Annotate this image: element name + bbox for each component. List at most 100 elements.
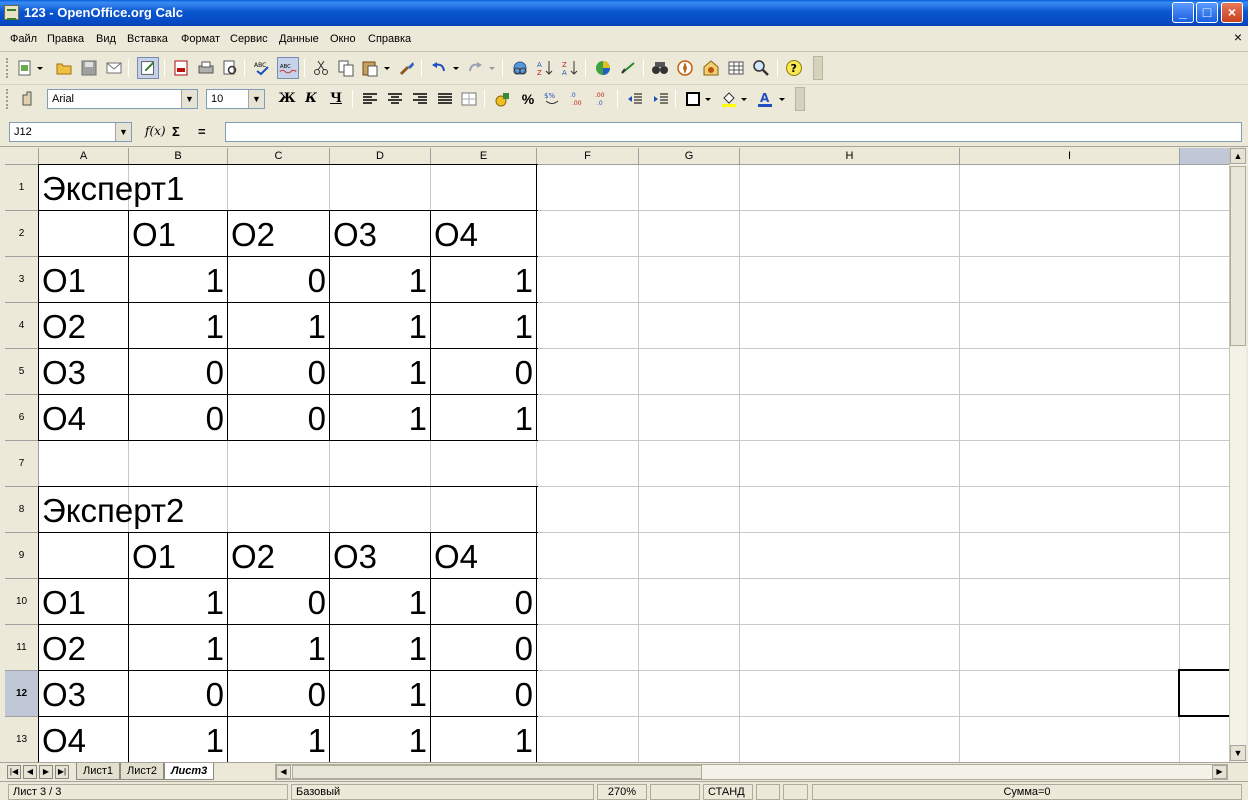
cell-e11[interactable]: 0 bbox=[431, 629, 537, 671]
font-name-combo[interactable]: Arial ▼ bbox=[47, 89, 198, 109]
menu-edit[interactable]: Правка bbox=[47, 33, 84, 45]
cell-a13[interactable]: O4 bbox=[39, 721, 129, 762]
row-header-10[interactable]: 10 bbox=[5, 579, 39, 625]
column-header-h[interactable]: H bbox=[740, 148, 960, 165]
cell-e3[interactable]: 1 bbox=[431, 261, 537, 303]
cell-a11[interactable]: O2 bbox=[39, 629, 129, 671]
column-header-b[interactable]: B bbox=[129, 148, 228, 165]
cell-b13[interactable]: 1 bbox=[129, 721, 228, 762]
background-color-icon[interactable] bbox=[720, 90, 738, 108]
cell-b2[interactable]: O1 bbox=[129, 215, 228, 257]
sheet-tab-3[interactable]: Лист3 bbox=[164, 763, 215, 780]
formula-input[interactable] bbox=[225, 122, 1242, 142]
column-header-d[interactable]: D bbox=[330, 148, 431, 165]
new-dropdown-icon[interactable] bbox=[36, 59, 44, 77]
column-header-e[interactable]: E bbox=[431, 148, 537, 165]
undo-dropdown-icon[interactable] bbox=[452, 59, 460, 77]
cell-a10[interactable]: O1 bbox=[39, 583, 129, 625]
maximize-button[interactable]: □ bbox=[1196, 2, 1218, 23]
font-color-icon[interactable]: A bbox=[756, 90, 774, 108]
cell-b5[interactable]: 0 bbox=[129, 353, 228, 395]
active-cell-cursor[interactable] bbox=[1178, 669, 1229, 717]
hyperlink-icon[interactable] bbox=[511, 59, 529, 77]
cell-d6[interactable]: 1 bbox=[330, 399, 431, 441]
save-icon[interactable] bbox=[80, 59, 98, 77]
align-left-icon[interactable] bbox=[361, 90, 379, 108]
chevron-down-icon[interactable]: ▼ bbox=[181, 90, 197, 108]
cell-c4[interactable]: 1 bbox=[228, 307, 330, 349]
redo-dropdown-icon[interactable] bbox=[488, 59, 496, 77]
row-header-7[interactable]: 7 bbox=[5, 441, 39, 487]
delete-decimal-icon[interactable]: .00.0 bbox=[594, 90, 612, 108]
menu-data[interactable]: Данные bbox=[279, 33, 319, 45]
row-header-3[interactable]: 3 bbox=[5, 257, 39, 303]
draw-functions-icon[interactable] bbox=[619, 59, 637, 77]
column-header-i[interactable]: I bbox=[960, 148, 1180, 165]
row-header-6[interactable]: 6 bbox=[5, 395, 39, 441]
menu-file[interactable]: Файл bbox=[10, 33, 37, 45]
row-header-12[interactable]: 12 bbox=[5, 671, 39, 717]
sort-ascending-icon[interactable]: AZ bbox=[536, 59, 554, 77]
cell-b6[interactable]: 0 bbox=[129, 399, 228, 441]
function-icon[interactable]: = bbox=[198, 124, 206, 139]
export-pdf-icon[interactable] bbox=[172, 59, 190, 77]
borders-dropdown-icon[interactable] bbox=[704, 90, 712, 108]
borders-icon[interactable] bbox=[684, 90, 702, 108]
minimize-button[interactable]: _ bbox=[1172, 2, 1194, 23]
column-header-g[interactable]: G bbox=[639, 148, 740, 165]
sort-descending-icon[interactable]: ZA bbox=[561, 59, 579, 77]
toolbar-grip[interactable] bbox=[6, 89, 9, 109]
cell-a1[interactable]: Эксперт1 bbox=[39, 169, 184, 211]
row-header-9[interactable]: 9 bbox=[5, 533, 39, 579]
clone-formatting-icon[interactable] bbox=[398, 59, 416, 77]
paste-dropdown-icon[interactable] bbox=[383, 59, 391, 77]
cell-e13[interactable]: 1 bbox=[431, 721, 537, 762]
cell-d12[interactable]: 1 bbox=[330, 675, 431, 717]
insert-chart-icon[interactable] bbox=[594, 59, 612, 77]
currency-format-icon[interactable] bbox=[493, 90, 511, 108]
scroll-up-icon[interactable]: ▲ bbox=[1230, 148, 1246, 164]
cell-b10[interactable]: 1 bbox=[129, 583, 228, 625]
vertical-scrollbar[interactable]: ▲ ▼ bbox=[1229, 148, 1246, 762]
sheet-tab-1[interactable]: Лист1 bbox=[76, 763, 121, 780]
toolbar-overflow[interactable] bbox=[795, 87, 805, 111]
cell-b3[interactable]: 1 bbox=[129, 261, 228, 303]
cell-e4[interactable]: 1 bbox=[431, 307, 537, 349]
cell-e5[interactable]: 0 bbox=[431, 353, 537, 395]
scroll-down-icon[interactable]: ▼ bbox=[1230, 745, 1246, 761]
vertical-scroll-thumb[interactable] bbox=[1230, 166, 1246, 346]
merge-cells-icon[interactable] bbox=[460, 90, 478, 108]
column-header-f[interactable]: F bbox=[537, 148, 639, 165]
underline-button[interactable]: Ч bbox=[325, 89, 347, 109]
cell-d4[interactable]: 1 bbox=[330, 307, 431, 349]
menu-format[interactable]: Формат bbox=[181, 33, 220, 45]
data-sources-icon[interactable] bbox=[727, 59, 745, 77]
first-sheet-icon[interactable]: |◀ bbox=[7, 765, 21, 779]
open-folder-icon[interactable] bbox=[55, 59, 73, 77]
cell-c5[interactable]: 0 bbox=[228, 353, 330, 395]
row-header-8[interactable]: 8 bbox=[5, 487, 39, 533]
print-preview-icon[interactable] bbox=[221, 59, 239, 77]
cell-c9[interactable]: O2 bbox=[228, 537, 330, 579]
cell-d5[interactable]: 1 bbox=[330, 353, 431, 395]
cell-b4[interactable]: 1 bbox=[129, 307, 228, 349]
cell-c13[interactable]: 1 bbox=[228, 721, 330, 762]
menu-tools[interactable]: Сервис bbox=[230, 33, 268, 45]
cell-e9[interactable]: O4 bbox=[431, 537, 537, 579]
cell-a8[interactable]: Эксперт2 bbox=[39, 491, 184, 533]
select-all-corner[interactable] bbox=[5, 148, 39, 165]
sheet-tab-2[interactable]: Лист2 bbox=[120, 763, 165, 780]
navigator-icon[interactable] bbox=[676, 59, 694, 77]
align-right-icon[interactable] bbox=[411, 90, 429, 108]
cell-e6[interactable]: 1 bbox=[431, 399, 537, 441]
undo-icon[interactable] bbox=[430, 59, 448, 77]
cell-a5[interactable]: O3 bbox=[39, 353, 129, 395]
chevron-down-icon[interactable]: ▼ bbox=[115, 123, 131, 141]
paste-icon[interactable] bbox=[361, 59, 379, 77]
font-color-dropdown-icon[interactable] bbox=[778, 90, 786, 108]
cell-d11[interactable]: 1 bbox=[330, 629, 431, 671]
new-document-icon[interactable] bbox=[16, 59, 34, 77]
row-header-5[interactable]: 5 bbox=[5, 349, 39, 395]
cell-d3[interactable]: 1 bbox=[330, 261, 431, 303]
cell-e10[interactable]: 0 bbox=[431, 583, 537, 625]
